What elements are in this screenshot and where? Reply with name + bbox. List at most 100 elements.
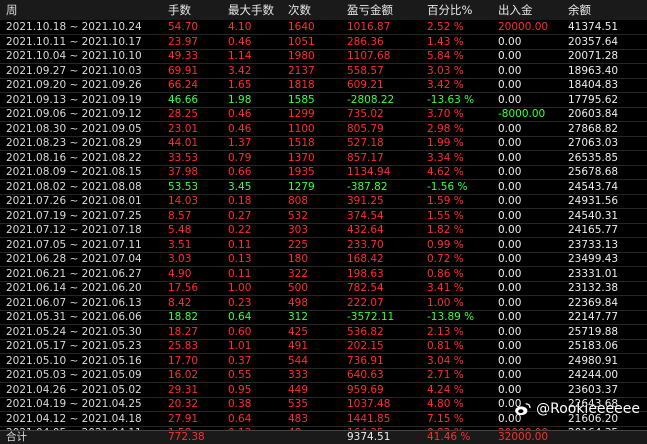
percent-cell: 1.00 % [427,296,464,309]
percent-cell: 3.03 % [427,64,464,77]
cash-flow-cell: 0.00 [498,296,522,309]
balance-cell: 24543.74 [568,180,619,193]
table-row[interactable]: 2021.07.05 ~ 2021.07.11 3.51 0.11 225 233.70… [0,238,647,253]
cash-flow-cell: 0.00 [498,282,522,294]
cash-flow-cell: 0.00 [498,354,522,367]
balance-cell: 26535.85 [568,151,619,164]
cash-flow-cell: 0.00 [498,151,522,164]
table-row[interactable]: 2021.08.30 ~ 2021.09.05 23.01 0.46 1100 805.… [0,122,647,137]
week-cell: 2021.09.27 ~ 2021.10.03 [6,64,142,77]
week-cell: 2021.10.04 ~ 2021.10.10 [6,50,142,62]
table-row[interactable]: 2021.08.02 ~ 2021.08.08 53.53 3.45 1279 -387… [0,180,647,195]
table-row[interactable]: 2021.06.21 ~ 2021.06.27 4.90 0.11 322 198.63… [0,267,647,282]
table-row[interactable]: 2021.10.18 ~ 2021.10.24 54.70 4.10 1640 1016… [0,20,647,36]
watermark: @Rookieeeeee [514,398,640,420]
total-cash-flow: 32000.00 [498,431,549,443]
table-row[interactable]: 2021.05.17 ~ 2021.05.23 25.83 1.01 491 202.1… [0,339,647,355]
table-row[interactable]: 2021.06.14 ~ 2021.06.20 17.56 1.00 500 782.5… [0,281,647,297]
count-cell: 1980 [288,50,315,62]
lots-cell: 3.51 [168,238,192,251]
count-cell: 225 [288,238,309,251]
balance-cell: 22369.84 [568,296,619,309]
max-lots-cell: 0.46 [228,35,252,48]
percent-cell: -13.89 % [427,311,475,323]
count-cell: 1100 [288,122,315,135]
weibo-logo-icon [515,403,531,416]
table-row[interactable]: 2021.09.20 ~ 2021.09.26 66.24 1.65 1818 609.… [0,78,647,94]
pnl-cell: 1441.85 [347,412,391,425]
table-row[interactable]: 2021.06.28 ~ 2021.07.04 3.03 0.13 180 168.42… [0,252,647,268]
percent-cell: 7.15 % [427,412,464,425]
pnl-cell: -2808.22 [347,93,395,106]
count-cell: 1818 [288,79,315,91]
balance-cell: 24165.77 [568,224,619,236]
header-count[interactable]: 次数 [288,0,311,20]
cash-flow-cell: 0.00 [498,64,522,77]
table-row[interactable]: 2021.08.16 ~ 2021.08.22 33.53 0.79 1370 857.… [0,151,647,166]
lots-cell: 18.82 [168,311,199,323]
week-cell: 2021.07.26 ~ 2021.08.01 [6,195,142,207]
max-lots-cell: 1.14 [228,50,252,62]
cash-flow-cell: 0.00 [498,122,522,135]
table-row[interactable]: 2021.08.09 ~ 2021.08.15 37.98 0.66 1935 1134… [0,165,647,181]
table-row[interactable]: 2021.09.06 ~ 2021.09.12 28.25 0.46 1299 735.… [0,107,647,123]
pnl-cell: 1037.48 [347,398,391,410]
max-lots-cell: 0.60 [228,325,252,338]
max-lots-cell: 0.38 [228,398,252,410]
pnl-cell: 286.36 [347,35,384,48]
week-cell: 2021.05.31 ~ 2021.06.06 [6,311,142,323]
pnl-cell: 735.02 [347,108,384,120]
percent-cell: 3.04 % [427,354,464,367]
table-row[interactable]: 2021.08.23 ~ 2021.08.29 44.01 1.37 1518 527.… [0,136,647,152]
header-cash-flow[interactable]: 出入金 [498,0,533,20]
table-row[interactable]: 2021.10.11 ~ 2021.10.17 23.97 0.46 1051 286.… [0,35,647,50]
table-row[interactable]: 2021.07.12 ~ 2021.07.18 5.48 0.22 303 432.64… [0,223,647,239]
table-row[interactable]: 2021.07.19 ~ 2021.07.25 8.57 0.27 532 374.54… [0,209,647,224]
balance-cell: 20071.28 [568,50,619,62]
cash-flow-cell: 0.00 [498,369,522,381]
header-lots[interactable]: 手数 [168,0,191,20]
header-pnl[interactable]: 盈亏金额 [347,0,393,20]
total-row: 合计 772.38 9374.51 41.46 % 32000.00 [0,430,647,444]
week-cell: 2021.06.07 ~ 2021.06.13 [6,296,142,309]
table-row[interactable]: 2021.05.10 ~ 2021.05.16 17.70 0.37 544 736.9… [0,354,647,369]
header-percent[interactable]: 百分比% [427,0,472,20]
max-lots-cell: 1.98 [228,93,252,106]
header-max-lots[interactable]: 最大手数 [228,0,274,20]
table-row[interactable]: 2021.05.03 ~ 2021.05.09 16.02 0.55 333 640.6… [0,368,647,384]
table-row[interactable]: 2021.05.24 ~ 2021.05.30 18.27 0.60 425 536.8… [0,325,647,340]
max-lots-cell: 1.01 [228,340,252,352]
count-cell: 1279 [288,180,315,193]
table-row[interactable]: 2021.06.07 ~ 2021.06.13 8.42 0.23 498 222.07… [0,296,647,311]
count-cell: 322 [288,267,309,280]
max-lots-cell: 4.10 [228,21,252,33]
balance-cell: 24980.91 [568,354,619,367]
table-row[interactable]: 2021.05.31 ~ 2021.06.06 18.82 0.64 312 -3572… [0,310,647,326]
count-cell: 180 [288,253,309,265]
max-lots-cell: 0.11 [228,238,252,251]
table-row[interactable]: 2021.09.27 ~ 2021.10.03 69.91 3.42 2137 558.… [0,64,647,79]
week-cell: 2021.06.21 ~ 2021.06.27 [6,267,142,280]
table-row[interactable]: 2021.09.13 ~ 2021.09.19 46.66 1.98 1585 -280… [0,93,647,108]
pnl-cell: -387.82 [347,180,388,193]
week-cell: 2021.08.23 ~ 2021.08.29 [6,137,142,149]
cash-flow-cell: 0.00 [498,209,522,222]
lots-cell: 54.70 [168,21,199,33]
table-row[interactable]: 2021.10.04 ~ 2021.10.10 49.33 1.14 1980 1107… [0,49,647,65]
cash-flow-cell: 0.00 [498,224,522,236]
week-cell: 2021.08.02 ~ 2021.08.08 [6,180,142,193]
header-balance[interactable]: 余额 [568,0,591,20]
pnl-cell: 527.18 [347,137,384,149]
header-week[interactable]: 周 [6,0,18,20]
max-lots-cell: 3.42 [228,64,252,77]
lots-cell: 27.91 [168,412,199,425]
count-cell: 483 [288,412,309,425]
table-row[interactable]: 2021.07.26 ~ 2021.08.01 14.03 0.18 808 391.2… [0,194,647,210]
total-pnl: 9374.51 [347,431,391,443]
balance-cell: 23499.43 [568,253,619,265]
week-cell: 2021.06.28 ~ 2021.07.04 [6,253,142,265]
lots-cell: 44.01 [168,137,199,149]
pnl-cell: 391.25 [347,195,384,207]
table-row[interactable]: 2021.04.26 ~ 2021.05.02 29.31 0.95 449 959.6… [0,383,647,398]
lots-cell: 5.48 [168,224,192,236]
